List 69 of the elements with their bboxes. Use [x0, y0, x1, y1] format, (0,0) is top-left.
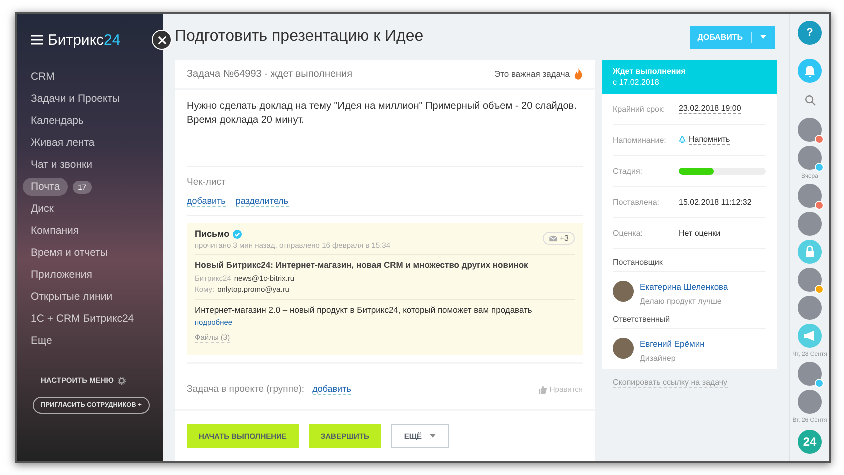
menu-item[interactable]: Чат и звонки: [31, 157, 92, 173]
task-description: Нужно сделать доклад на тему "Идея на миллион" Примерный объем - 20 слайдов. Время доклада 20 минут.: [187, 100, 583, 167]
menu-item[interactable]: Время и отчеты: [31, 245, 108, 261]
status-title: Ждет выполнения: [613, 66, 687, 77]
close-icon: [158, 36, 166, 44]
caret-icon: [430, 434, 436, 438]
lock-icon[interactable]: [798, 240, 822, 264]
menu-item[interactable]: Еще: [31, 333, 52, 349]
contact-avatar[interactable]: [798, 390, 822, 414]
caret-icon: [760, 35, 767, 39]
person-name[interactable]: Евгений Ерёмин: [640, 339, 705, 349]
contact-avatar[interactable]: [798, 296, 822, 320]
menu-item[interactable]: Живая лента: [31, 135, 95, 151]
menu-item[interactable]: Календарь: [31, 113, 84, 129]
thumbs-up-icon: [538, 386, 547, 394]
add-project-link[interactable]: добавить: [312, 384, 352, 395]
checklist-link[interactable]: разделитель: [236, 196, 289, 207]
menu-icon[interactable]: [31, 35, 43, 45]
help-button[interactable]: ?: [798, 21, 822, 45]
reminder-link[interactable]: Напомнить: [689, 135, 730, 145]
email-counter[interactable]: +3: [542, 232, 575, 245]
menu-item[interactable]: Задачи и Проекты: [31, 91, 120, 107]
avatar: [613, 338, 634, 359]
checklist-title: Чек-лист: [187, 177, 227, 188]
search-icon[interactable]: [804, 95, 816, 106]
menu-item[interactable]: Почта: [23, 178, 68, 196]
menu-item[interactable]: Диск: [31, 201, 54, 217]
gear-icon: [118, 376, 126, 384]
email-title: Письмо: [195, 229, 230, 239]
person-name[interactable]: Екатерина Шеленкова: [640, 282, 728, 292]
checklist-link[interactable]: добавить: [187, 196, 226, 207]
contact-avatar[interactable]: [798, 212, 822, 236]
contact-avatar[interactable]: [798, 184, 822, 208]
contact-avatar[interactable]: [798, 118, 822, 142]
contact-avatar[interactable]: [798, 362, 822, 386]
person-position: Дизайнер: [640, 354, 677, 363]
close-button[interactable]: [152, 30, 172, 50]
field-label: Оценка:: [613, 228, 644, 238]
email-subject: Новый Битрикс24: Интернет-магазин, новая CRM и множество других новинок: [195, 260, 530, 270]
reminder-icon: [679, 136, 686, 144]
contact-avatar[interactable]: [798, 268, 822, 292]
project-label: Задача в проекте (группе):: [187, 384, 305, 395]
deadline-value[interactable]: 23.02.2018 19:00: [679, 104, 742, 114]
contact-avatar[interactable]: [798, 146, 822, 170]
stage-progress[interactable]: [679, 168, 766, 174]
avatar: [613, 281, 634, 302]
megaphone-icon[interactable]: [798, 324, 822, 348]
important-toggle[interactable]: Это важная задача: [494, 69, 570, 79]
task-header: Задача №64993 - ждет выполнения: [187, 68, 354, 80]
field-value: Нет оценки: [679, 228, 721, 238]
page-title: Подготовить презентацию к Идее: [175, 28, 425, 46]
field-label: Напоминание:: [613, 136, 668, 144]
field-label: Стадия:: [613, 166, 644, 176]
logo: Битрикс24: [48, 32, 121, 48]
field-value: 15.02.2018 11:12:32: [679, 198, 752, 206]
role-label: Ответственный: [613, 306, 766, 329]
field-label: Крайний срок:: [613, 104, 666, 114]
person-position: Делаю продукт лучше: [640, 297, 723, 306]
menu-item[interactable]: CRM: [31, 69, 55, 85]
menu-item[interactable]: 1С + CRM Битрикс24: [31, 311, 134, 327]
mail-icon: [548, 236, 558, 242]
menu-item[interactable]: Компания: [31, 223, 80, 239]
field-label: Поставлена:: [613, 198, 660, 206]
status-date: с 17.02.2018: [613, 77, 660, 88]
menu-item[interactable]: Открытые линии: [31, 289, 113, 305]
email-body: Интернет-магазин 2.0 – новый продукт в Битрикс24, который поможет вам продавать: [195, 305, 534, 315]
bell-icon[interactable]: [798, 59, 822, 83]
role-label: Постановщик: [613, 249, 766, 272]
menu-item[interactable]: Приложения: [31, 267, 92, 283]
